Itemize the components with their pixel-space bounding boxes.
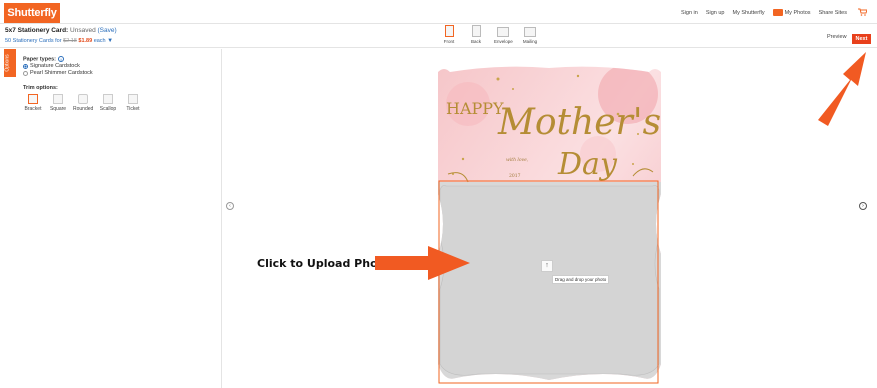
card-preview[interactable]: HAPPY Mother's Day with love, 2017 — [438, 64, 661, 384]
sign-up-link[interactable]: Sign up — [706, 10, 725, 16]
trim-label: Bracket — [24, 106, 42, 112]
my-photos-label: My Photos — [784, 9, 811, 16]
trim-ticket[interactable]: Ticket — [123, 94, 143, 112]
shutterfly-logo[interactable]: Shutterfly — [4, 3, 60, 23]
next-arrow-icon[interactable]: › — [859, 202, 867, 210]
trim-label: Ticket — [126, 106, 140, 112]
preview-link[interactable]: Preview — [827, 34, 847, 40]
upload-annotation-label: Click to Upload Photo — [257, 257, 391, 270]
design-canvas: ‹ › HAPPY Mother's Day with love, 2017 ↑… — [222, 49, 877, 388]
card-signoff-text: with love, — [506, 157, 529, 163]
drag-drop-hint: Drag and drop your photo — [552, 275, 610, 284]
front-thumb-icon — [444, 25, 454, 37]
trim-label: Rounded — [73, 106, 94, 112]
tab-back[interactable]: Back — [467, 25, 485, 44]
save-status: Unsaved — [70, 27, 96, 34]
my-shutterfly-link[interactable]: My Shutterfly — [732, 10, 764, 16]
trim-square[interactable]: Square — [48, 94, 68, 112]
trim-bracket[interactable]: Bracket — [23, 94, 43, 112]
options-tab[interactable]: Options — [4, 49, 16, 77]
card-year-text: 2017 — [509, 173, 521, 179]
each-label: each — [93, 38, 106, 44]
scallop-trim-icon — [103, 94, 113, 104]
paper-types-title: Paper types: — [23, 56, 57, 63]
view-tabs: Front Back Envelope Mailing — [440, 25, 539, 44]
product-bar: 5x7 Stationery Card: Unsaved (Save) 50 S… — [0, 24, 877, 48]
sign-in-link[interactable]: Sign in — [681, 10, 698, 16]
paper-option-pearl[interactable]: Pearl Shimmer Cardstock — [23, 70, 93, 76]
envelope-icon — [497, 27, 509, 37]
chevron-down-icon[interactable]: ▼ — [107, 38, 113, 44]
tab-envelope-label: Envelope — [494, 39, 513, 44]
ticket-trim-icon — [128, 94, 138, 104]
paper-types-section: Paper types: i Signature Cardstock Pearl … — [23, 56, 93, 76]
rounded-trim-icon — [78, 94, 88, 104]
account-links: Sign in Sign up My Shutterfly My Photos … — [681, 9, 847, 16]
paper-option-signature[interactable]: Signature Cardstock — [23, 63, 93, 69]
options-tab-label: Options — [4, 54, 11, 72]
radio-icon[interactable] — [23, 70, 28, 76]
my-photos-link[interactable]: My Photos — [772, 9, 811, 16]
paper-option-label: Signature Cardstock — [30, 63, 80, 70]
product-name: 5x7 Stationery Card: — [5, 27, 69, 34]
trim-options-title: Trim options: — [23, 85, 58, 91]
top-bar: Shutterfly Sign in Sign up My Shutterfly… — [0, 0, 877, 24]
info-icon[interactable]: i — [58, 56, 65, 62]
share-sites-link[interactable]: Share Sites — [819, 10, 847, 16]
paper-option-label: Pearl Shimmer Cardstock — [30, 70, 93, 77]
radio-selected-icon[interactable] — [23, 63, 28, 69]
tab-mailing-label: Mailing — [522, 39, 538, 44]
card-happy-text: HAPPY — [446, 99, 504, 118]
next-button[interactable]: Next — [852, 34, 871, 44]
card-day-text: Day — [557, 147, 618, 182]
trim-label: Square — [49, 106, 67, 112]
bracket-trim-icon — [28, 94, 38, 104]
upload-arrow-icon[interactable]: ↑ — [541, 260, 553, 272]
previous-arrow-icon[interactable]: ‹ — [226, 202, 234, 210]
old-price: $2.18 — [63, 38, 77, 44]
save-link[interactable]: (Save) — [98, 27, 117, 34]
square-trim-icon — [53, 94, 63, 104]
price-line[interactable]: 50 Stationery Cards for $2.18 $1.89 each… — [5, 38, 113, 44]
trim-label: Scallop — [99, 106, 117, 112]
tab-mailing[interactable]: Mailing — [521, 25, 539, 44]
trim-rounded[interactable]: Rounded — [73, 94, 93, 112]
trim-scallop[interactable]: Scallop — [98, 94, 118, 112]
trim-options-section: Trim options: Bracket Square Rounded Sca… — [23, 85, 143, 112]
mailing-icon — [524, 27, 536, 37]
options-sidebar: Paper types: i Signature Cardstock Pearl … — [16, 49, 222, 388]
quantity-text: 50 Stationery Cards for — [5, 38, 62, 44]
tab-envelope[interactable]: Envelope — [494, 25, 513, 44]
back-thumb-icon — [471, 25, 481, 37]
tab-back-label: Back — [470, 39, 481, 44]
cart-icon[interactable] — [858, 8, 867, 16]
photos-icon — [772, 9, 783, 16]
tab-front[interactable]: Front — [440, 25, 458, 44]
card-mothers-text: Mother's — [497, 102, 661, 143]
tab-front-label: Front — [443, 39, 455, 44]
new-price: $1.89 — [78, 38, 93, 44]
product-title: 5x7 Stationery Card: Unsaved (Save) — [5, 27, 117, 34]
